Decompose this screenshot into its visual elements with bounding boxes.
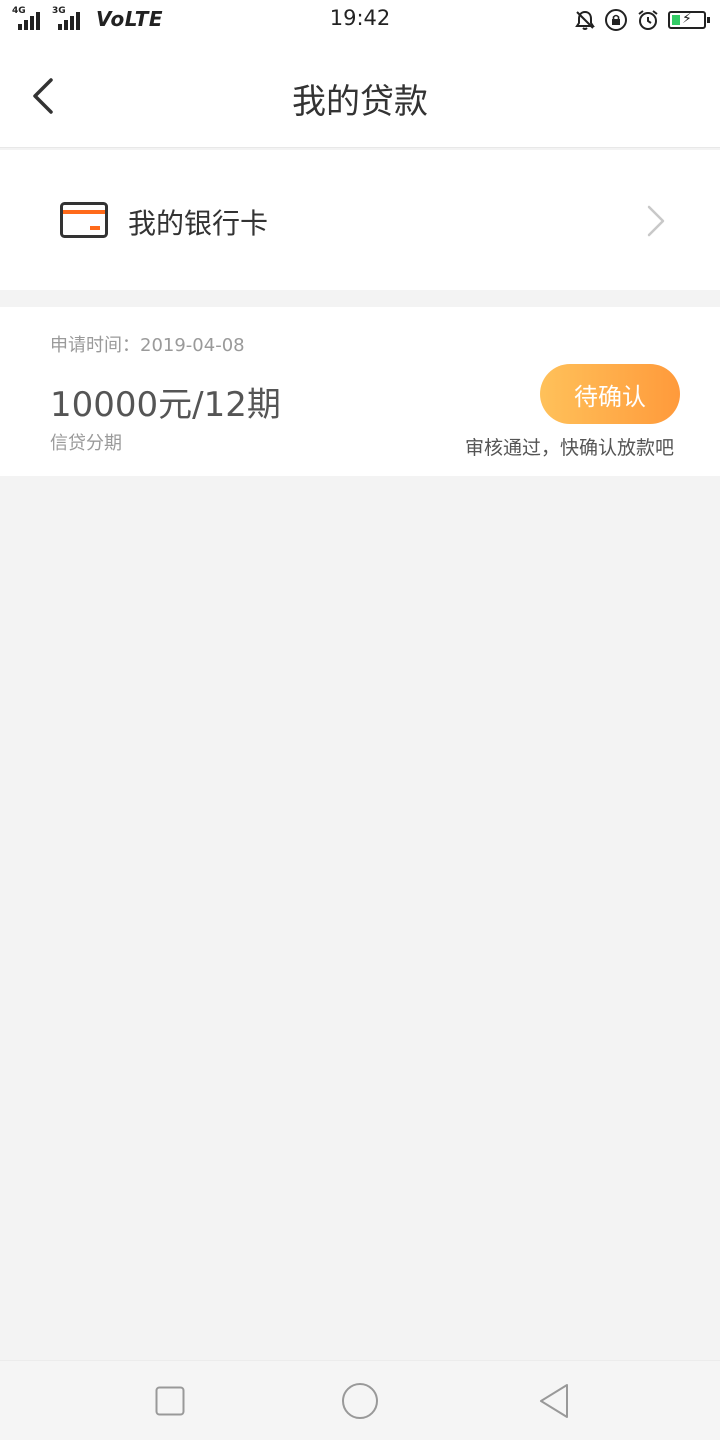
- status-right: ⚡: [574, 8, 710, 32]
- bank-card-label: 我的银行卡: [128, 207, 269, 240]
- bank-card-icon: [60, 202, 108, 238]
- back-nav-button[interactable]: [534, 1381, 574, 1421]
- alarm-icon: [638, 10, 658, 30]
- nav-bar: [0, 1360, 720, 1440]
- recent-apps-button[interactable]: [150, 1381, 190, 1421]
- bank-card-row[interactable]: 我的银行卡: [0, 150, 720, 290]
- apply-time-value: 2019-04-08: [140, 335, 245, 356]
- status-bar: 4G 3G VoLTE 19:42 ⚡: [0, 0, 720, 38]
- recent-apps-icon: [155, 1386, 185, 1416]
- rotation-lock-icon: [605, 9, 627, 31]
- apply-time: 申请时间：2019-04-08: [50, 331, 245, 357]
- chevron-right-icon: [647, 205, 665, 237]
- header: 我的贷款: [0, 38, 720, 148]
- back-triangle-icon: [540, 1384, 568, 1418]
- loan-type: 信贷分期: [50, 433, 122, 454]
- bell-muted-icon: [575, 10, 595, 30]
- loan-amount: 10000元/12期: [50, 385, 281, 425]
- page: 4G 3G VoLTE 19:42 ⚡ 我的贷款 我的银行卡 申请时间：2019…: [0, 0, 720, 1440]
- confirm-button[interactable]: 待确认: [540, 364, 680, 424]
- loan-card[interactable]: 申请时间：2019-04-08 10000元/12期 信贷分期 待确认 审核通过…: [0, 307, 720, 476]
- home-button[interactable]: [340, 1381, 380, 1421]
- apply-time-label: 申请时间：: [50, 335, 140, 356]
- page-title: 我的贷款: [292, 82, 428, 122]
- battery-charging-icon: ⚡: [668, 11, 710, 29]
- status-note: 审核通过，快确认放款吧: [464, 437, 674, 459]
- home-icon: [342, 1383, 378, 1419]
